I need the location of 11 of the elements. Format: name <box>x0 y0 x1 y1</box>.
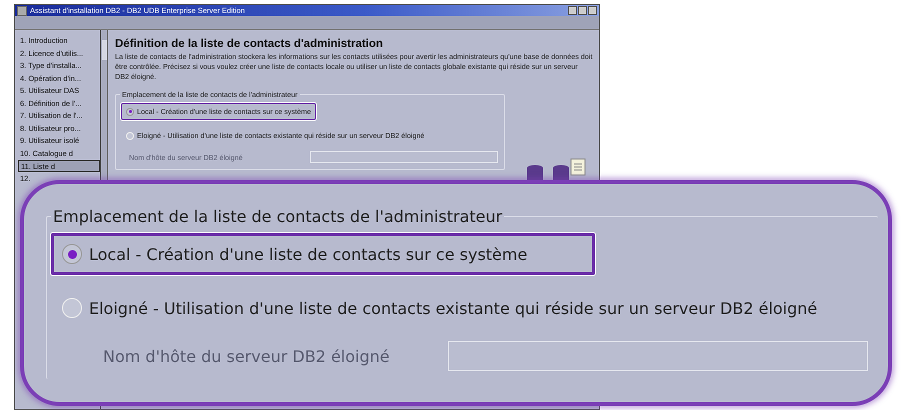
page-heading: Définition de la liste de contacts d'administration <box>115 38 384 50</box>
radio-option[interactable]: Local - Création d'une liste de contacts sur ce système <box>51 233 595 275</box>
radio-button[interactable] <box>62 244 82 264</box>
group-legend: Emplacement de la liste de contacts de l'administrateur <box>51 206 504 226</box>
window-controls-icon[interactable] <box>568 6 597 15</box>
window-menu-icon[interactable] <box>17 6 27 16</box>
field-label: Nom d'hôte du serveur DB2 éloigné <box>103 346 390 366</box>
radio-button[interactable] <box>126 108 134 116</box>
scrollbar[interactable] <box>101 30 108 180</box>
database-drawing <box>525 158 587 182</box>
radio-option[interactable]: Eloigné - Utilisation d'une liste de contacts existante qui réside sur un serveur DB2 éloigné <box>51 287 830 329</box>
